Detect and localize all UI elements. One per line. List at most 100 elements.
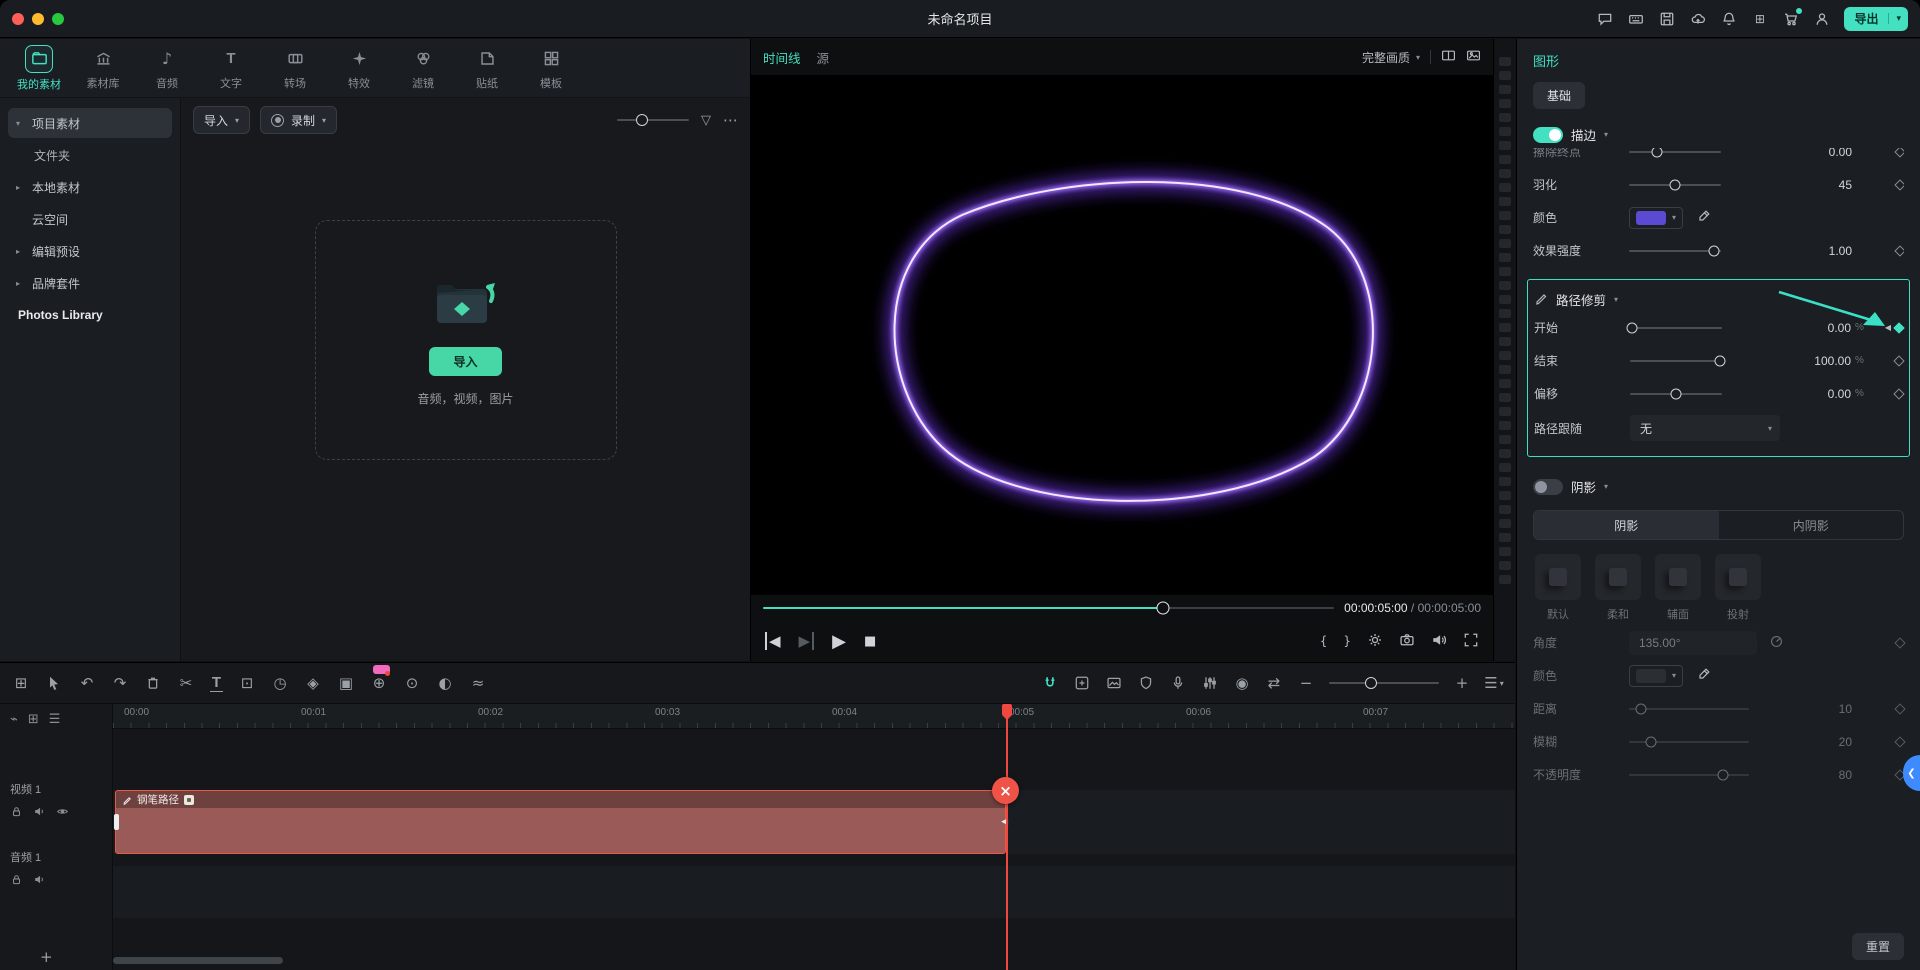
color-swatch[interactable]: [1636, 669, 1666, 683]
audio-stretch-icon[interactable]: ≈: [469, 674, 487, 692]
stop-icon[interactable]: ■: [864, 634, 876, 649]
preview-settings-icon[interactable]: [1367, 632, 1383, 651]
trim-end-slider[interactable]: [1630, 360, 1722, 362]
playhead-handle[interactable]: [1002, 704, 1012, 715]
export-caret-icon[interactable]: ▾: [1888, 13, 1908, 24]
stroke-color-picker[interactable]: ▾: [1629, 207, 1683, 229]
sidebar-item-photos-library[interactable]: Photos Library: [8, 300, 172, 330]
keyframe-diamond-icon[interactable]: [1894, 245, 1904, 256]
notifications-icon[interactable]: [1720, 10, 1737, 27]
timeline-ruler[interactable]: 00:00 00:01 00:02 00:03 00:04 00:05 00:0…: [113, 704, 1515, 729]
lock-icon[interactable]: [10, 805, 23, 821]
track-manager-icon[interactable]: ☰: [49, 712, 61, 727]
sidebar-item-brand-kit[interactable]: ▸ 品牌套件: [8, 268, 172, 298]
tab-inner-shadow[interactable]: 内阴影: [1719, 511, 1904, 539]
color-swatch[interactable]: [1636, 211, 1666, 225]
property-value[interactable]: 100.00: [1799, 354, 1851, 368]
preset-surface[interactable]: 辅面: [1655, 554, 1701, 622]
play-icon[interactable]: ▶: [832, 631, 846, 652]
more-options-icon[interactable]: ⋯: [723, 111, 738, 129]
quality-dropdown[interactable]: 完整画质 ▾: [1362, 49, 1420, 66]
preview-canvas[interactable]: [751, 75, 1493, 595]
select-tool-icon[interactable]: [45, 675, 63, 691]
preset-soft[interactable]: 柔和: [1595, 554, 1641, 622]
blur-slider[interactable]: [1629, 741, 1749, 743]
tab-templates[interactable]: 模板: [522, 46, 580, 91]
expand-caret-icon[interactable]: ▸: [16, 279, 26, 288]
property-value[interactable]: 0.00: [1799, 387, 1851, 401]
dropzone-import-button[interactable]: 导入: [429, 347, 501, 376]
snap-icon[interactable]: [1041, 675, 1059, 691]
tab-my-media[interactable]: 我的素材: [10, 45, 68, 92]
sidebar-item-local-media[interactable]: ▸ 本地素材: [8, 172, 172, 202]
render-preview-icon[interactable]: [1105, 675, 1123, 691]
keyboard-shortcuts-icon[interactable]: [1627, 10, 1644, 27]
mute-track-icon[interactable]: [33, 805, 46, 821]
keyframe-tool-icon[interactable]: ◈: [304, 674, 322, 692]
split-view-icon[interactable]: [1441, 48, 1456, 66]
add-keyframe-icon[interactable]: [1073, 675, 1091, 691]
preview-scroll-strip[interactable]: [1493, 39, 1515, 661]
fullscreen-icon[interactable]: [1463, 632, 1479, 651]
next-frame-icon[interactable]: ▶: [799, 632, 815, 650]
auto-ripple-icon[interactable]: ⌁: [10, 712, 18, 727]
add-track-button[interactable]: +: [40, 948, 53, 966]
mask-icon[interactable]: [1137, 675, 1155, 691]
keyframe-diamond-icon[interactable]: [1894, 637, 1905, 648]
media-browser-icon[interactable]: ⊞: [12, 674, 30, 692]
export-button[interactable]: 导出 ▾: [1844, 7, 1908, 31]
scrollbar-thumb[interactable]: [113, 957, 283, 964]
collapse-caret-icon[interactable]: ▾: [1604, 130, 1608, 139]
link-clips-icon[interactable]: ⊞: [28, 712, 39, 727]
chroma-key-icon[interactable]: ⊙: [403, 674, 421, 692]
seekbar-knob[interactable]: [1156, 602, 1169, 615]
zoom-button[interactable]: [52, 13, 64, 25]
mute-track-icon[interactable]: [33, 873, 46, 889]
record-menu-button[interactable]: 录制 ▾: [260, 106, 337, 134]
mark-in-icon[interactable]: {: [1320, 634, 1328, 648]
clip-left-handle[interactable]: [114, 814, 119, 830]
tab-shadow[interactable]: 阴影: [1534, 511, 1719, 539]
delete-clip-badge[interactable]: ×: [992, 777, 1019, 804]
reset-button[interactable]: 重置: [1852, 933, 1904, 960]
audio-mixer-icon[interactable]: [1201, 675, 1219, 691]
hide-track-icon[interactable]: [56, 805, 69, 821]
distance-slider[interactable]: [1629, 708, 1749, 710]
angle-dial-icon[interactable]: [1769, 634, 1784, 652]
tab-text[interactable]: T 文字: [202, 46, 260, 91]
crop-icon[interactable]: ⊡: [238, 674, 256, 692]
collapse-caret-icon[interactable]: ▾: [1614, 295, 1618, 304]
opacity-slider[interactable]: [1629, 774, 1749, 776]
account-icon[interactable]: [1813, 10, 1830, 27]
property-value[interactable]: 20: [1800, 735, 1852, 749]
mask-tool-icon[interactable]: ◐: [436, 674, 454, 692]
redo-icon[interactable]: ↷: [111, 674, 129, 692]
tab-transitions[interactable]: 转场: [266, 46, 324, 91]
expand-caret-icon[interactable]: ▸: [16, 183, 26, 192]
previous-frame-icon[interactable]: ◀: [765, 632, 781, 650]
filter-icon[interactable]: ▽: [701, 113, 711, 128]
split-icon[interactable]: ✂: [177, 674, 195, 692]
cloud-upload-icon[interactable]: [1689, 10, 1706, 27]
trim-start-slider[interactable]: [1630, 327, 1722, 329]
property-value[interactable]: 10: [1800, 702, 1852, 716]
lock-icon[interactable]: [10, 873, 23, 889]
sidebar-item-cloud[interactable]: 云空间: [8, 204, 172, 234]
timeline-track-area[interactable]: 00:00 00:01 00:02 00:03 00:04 00:05 00:0…: [113, 704, 1515, 970]
timeline-zoom-slider[interactable]: [1329, 682, 1439, 684]
workspace-layout-icon[interactable]: ⊞: [1751, 10, 1768, 27]
property-value[interactable]: 80: [1800, 768, 1852, 782]
feedback-icon[interactable]: [1596, 10, 1613, 27]
trim-offset-slider[interactable]: [1630, 393, 1722, 395]
voiceover-mic-icon[interactable]: [1169, 675, 1187, 691]
keyframe-diamond-icon[interactable]: [1893, 355, 1904, 366]
property-value[interactable]: 45: [1800, 178, 1852, 192]
mark-out-icon[interactable]: }: [1343, 634, 1351, 648]
track-options-icon[interactable]: ☰▾: [1485, 674, 1503, 692]
keyframe-diamond-icon[interactable]: [1894, 148, 1904, 157]
shadow-toggle[interactable]: [1533, 479, 1563, 495]
sidebar-item-folder[interactable]: 文件夹: [8, 140, 172, 170]
motion-track-icon[interactable]: ⊕: [370, 674, 388, 692]
record-screen-icon[interactable]: ◉: [1233, 674, 1251, 692]
preset-cast[interactable]: 投射: [1715, 554, 1761, 622]
